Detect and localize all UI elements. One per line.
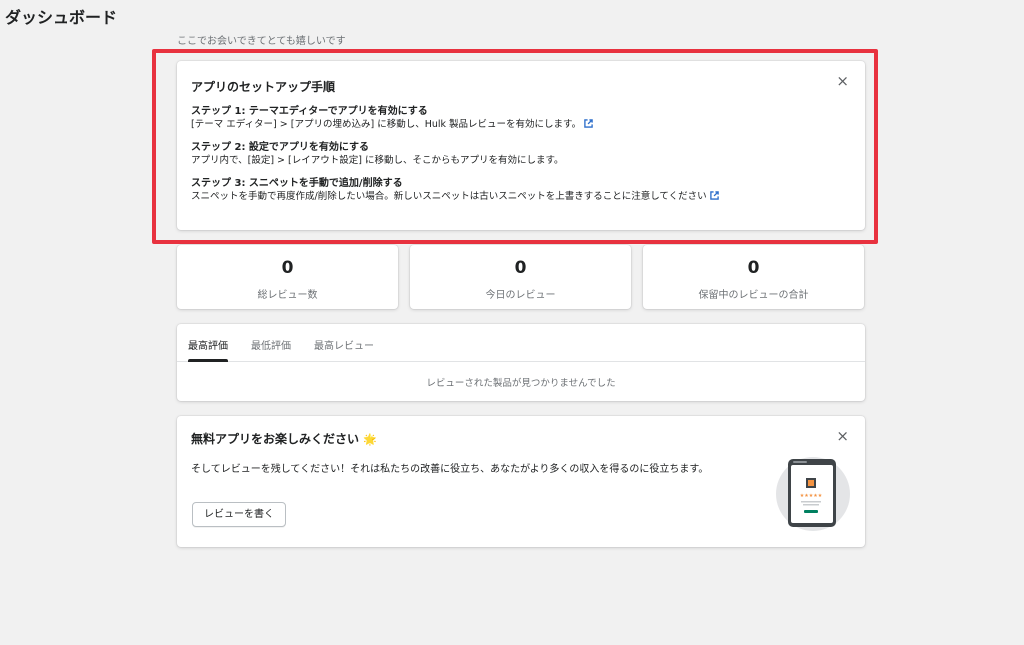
close-icon[interactable]: × [836,429,849,444]
star-emoji-icon: 🌟 [363,433,377,446]
tab-top-reviews[interactable]: 最高レビュー [314,324,374,361]
promo-title: 無料アプリをお楽しみください 🌟 [191,432,377,446]
highlight-box [152,49,878,244]
phone-illustration-icon: ★★★★★ [776,457,850,531]
stat-today-reviews: 0 今日のレビュー [410,245,631,309]
stat-total-reviews: 0 総レビュー数 [177,245,398,309]
tab-lowest-rated[interactable]: 最低評価 [251,324,291,361]
stat-label: 今日のレビュー [485,290,556,301]
stat-value: 0 [281,258,294,278]
write-review-button[interactable]: レビューを書く [192,502,286,527]
stat-value: 0 [514,258,527,278]
empty-state-text: レビューされた製品が見つかりませんでした [426,378,616,389]
page-title: ダッシュボード [5,8,118,27]
stat-value: 0 [747,258,760,278]
product-ranking-card: 最高評価 最低評価 最高レビュー レビューされた製品が見つかりませんでした [177,324,865,401]
tab-bar: 最高評価 最低評価 最高レビュー [177,324,865,362]
stat-label: 保留中のレビューの合計 [698,290,809,301]
tab-top-rated[interactable]: 最高評価 [188,324,228,362]
stat-pending-reviews: 0 保留中のレビューの合計 [643,245,864,309]
svg-text:★★★★★: ★★★★★ [800,493,823,499]
page-subtitle: ここでお会いできてとても嬉しいです [177,36,346,47]
promo-card: 無料アプリをお楽しみください 🌟 × そしてレビューを残してください！それは私た… [177,416,865,547]
stat-label: 総レビュー数 [257,290,318,301]
promo-description: そしてレビューを残してください！それは私たちの改善に役立ち、あなたがより多くの収… [191,464,709,475]
